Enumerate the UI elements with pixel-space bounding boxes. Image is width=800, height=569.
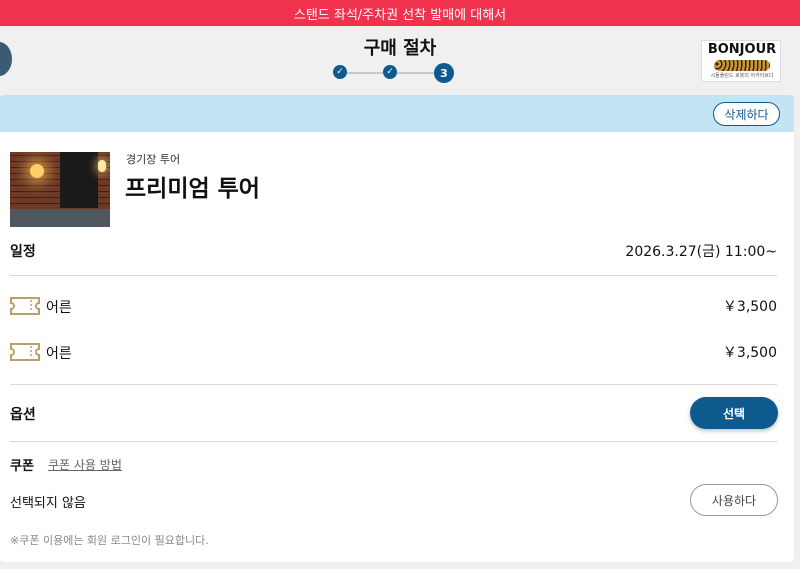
divider xyxy=(10,441,777,442)
ticket-icon xyxy=(10,297,40,315)
brand-logo[interactable]: BONJOUR 시돌플린드 로봇의 아카이브다 xyxy=(701,40,781,82)
coupon-status: 선택되지 않음 xyxy=(10,496,86,511)
coupon-label: 쿠폰 xyxy=(10,459,34,474)
delete-button[interactable]: 삭제하다 xyxy=(713,102,780,126)
ticket-price: ￥3,500 xyxy=(722,299,777,315)
notice-banner[interactable]: 스탠드 좌석/주차권 선착 발매에 대해서 xyxy=(0,0,800,26)
ticket-type: 어른 xyxy=(46,346,72,362)
option-select-button[interactable]: 선택 xyxy=(690,397,778,429)
logo-text: BONJOUR xyxy=(707,42,777,57)
step-connector xyxy=(397,72,435,74)
cart-item-card: 삭제하다 경기장 투어 프리미엄 투어 일정 2026.3.27(금) 11:0… xyxy=(0,95,794,562)
divider xyxy=(10,275,777,276)
coupon-help-link[interactable]: 쿠폰 사용 방법 xyxy=(48,456,122,473)
ticket-icon xyxy=(10,343,40,361)
logo-subtitle: 시돌플린드 로봇의 아카이브다 xyxy=(710,73,774,79)
ticket-type: 어른 xyxy=(46,300,72,316)
divider xyxy=(10,384,777,385)
step-3-current: 3 xyxy=(434,63,454,83)
card-header-bar: 삭제하다 xyxy=(0,95,794,132)
step-2-check-icon: ✓ xyxy=(383,65,397,79)
schedule-label: 일정 xyxy=(10,244,36,260)
login-note: ※쿠폰 이용에는 회원 로그인이 필요합니다. xyxy=(10,534,209,547)
ticket-price: ￥3,500 xyxy=(722,345,777,361)
coupon-use-button[interactable]: 사용하다 xyxy=(690,484,778,516)
page-title: 구매 절차 xyxy=(363,38,437,59)
option-label: 옵션 xyxy=(10,407,36,423)
leopard-pattern-graphic xyxy=(714,60,770,71)
tour-name: 프리미엄 투어 xyxy=(125,176,260,202)
step-1-check-icon: ✓ xyxy=(333,65,347,79)
tour-category: 경기장 투어 xyxy=(126,153,181,166)
tour-thumbnail xyxy=(10,152,110,227)
notice-text[interactable]: 스탠드 좌석/주차권 선착 발매에 대해서 xyxy=(294,4,506,23)
step-connector xyxy=(347,72,383,74)
header: 구매 절차 ✓ ✓ 3 BONJOUR 시돌플린드 로봇의 아카이브다 xyxy=(0,26,800,94)
schedule-value: 2026.3.27(금) 11:00~ xyxy=(625,244,777,260)
progress-steps: ✓ ✓ 3 xyxy=(333,63,455,83)
